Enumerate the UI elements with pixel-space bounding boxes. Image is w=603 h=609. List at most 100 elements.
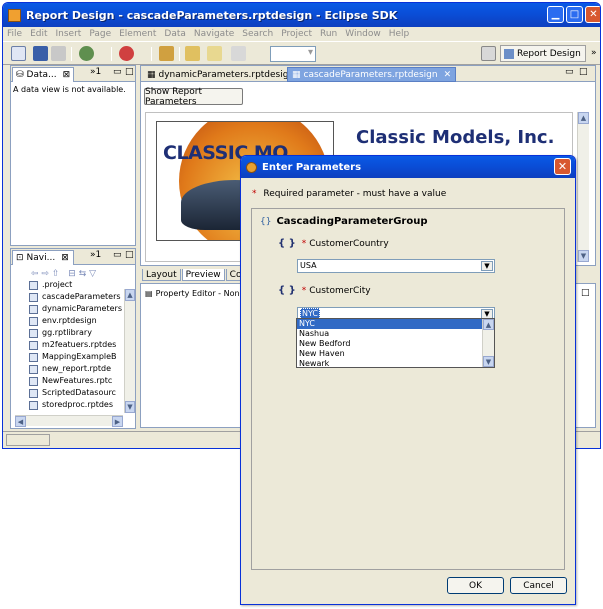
globe-icon[interactable] [79, 46, 94, 61]
report-file-icon: ▦ [292, 69, 301, 80]
menu-navigate[interactable]: Navigate [194, 27, 234, 41]
maximize-view-icon[interactable]: □ [125, 67, 134, 77]
minimize-view-icon[interactable]: ▭ [565, 67, 574, 77]
dropdown-option[interactable]: Nashua [297, 329, 494, 339]
maximize-view-icon[interactable]: □ [579, 67, 588, 77]
list-item[interactable]: cascadeParameters [15, 291, 129, 303]
save-icon[interactable] [33, 46, 48, 61]
menu-element[interactable]: Element [119, 27, 156, 41]
scroll-right-icon[interactable]: ▶ [112, 416, 123, 427]
tab-cascade-parameters[interactable]: ▦ cascadeParameters.rptdesign ✕ [287, 67, 457, 82]
scroll-left-icon[interactable]: ◀ [15, 416, 26, 427]
dialog-close-button[interactable]: ✕ [554, 158, 571, 175]
menu-edit[interactable]: Edit [30, 27, 47, 41]
menu-data[interactable]: Data [164, 27, 186, 41]
chevron-down-icon[interactable]: ▼ [481, 261, 493, 271]
scroll-up-icon[interactable]: ▲ [578, 112, 589, 124]
close-icon[interactable]: ⊠ [61, 253, 69, 263]
toolbar-separator [111, 47, 112, 61]
enter-parameters-dialog: Enter Parameters ✕ * Required parameter … [240, 155, 576, 605]
tab-preview[interactable]: Preview [181, 269, 225, 281]
parameter-area: {} CascadingParameterGroup { } * Custome… [251, 208, 565, 570]
back-arrow-icon[interactable]: ⇦ [31, 269, 39, 279]
link-editor-icon[interactable]: ⇆ [79, 269, 87, 279]
collapse-all-icon[interactable]: ⊟ [68, 269, 76, 279]
toolbar-overflow[interactable]: » [591, 48, 597, 58]
customer-country-select[interactable]: USA ▼ [297, 259, 495, 273]
editor-vertical-scrollbar[interactable]: ▲ ▼ [577, 112, 589, 262]
cancel-button[interactable]: Cancel [510, 577, 567, 594]
maximize-button[interactable]: □ [566, 6, 583, 23]
menu-project[interactable]: Project [281, 27, 312, 41]
tab-layout[interactable]: Layout [142, 269, 181, 281]
menu-run[interactable]: Run [320, 27, 337, 41]
property-editor-tab[interactable]: ▤ Property Editor - None [145, 289, 244, 298]
dropdown-option[interactable]: New Haven [297, 349, 494, 359]
pencil-icon[interactable] [159, 46, 174, 61]
scroll-up-icon[interactable]: ▲ [483, 319, 494, 330]
perspective-report-design-button[interactable]: Report Design [500, 45, 586, 62]
file-icon [29, 400, 38, 410]
open-perspective-icon[interactable] [481, 46, 496, 61]
dropdown-option[interactable]: New Bedford [297, 339, 494, 349]
list-item[interactable]: env.rptdesign [15, 315, 129, 327]
list-item[interactable]: NewFeatures.rptc [15, 375, 129, 387]
next-icon[interactable] [231, 46, 246, 61]
close-icon[interactable]: ⊠ [63, 70, 71, 80]
show-report-parameters-button[interactable]: Show Report Parameters [144, 87, 243, 107]
dialog-title-bar[interactable]: Enter Parameters ✕ [241, 156, 575, 178]
required-note: * Required parameter - must have a value [252, 189, 447, 199]
dropdown-option[interactable]: NYC [297, 319, 482, 329]
new-icon[interactable] [11, 46, 26, 61]
scroll-up-icon[interactable]: ▲ [125, 289, 135, 301]
view-overflow[interactable]: »1 [90, 250, 101, 260]
minimize-view-icon[interactable]: ▭ [113, 250, 122, 260]
list-item[interactable]: m2featuers.rptdes [15, 339, 129, 351]
forward-arrow-icon[interactable]: ⇨ [41, 269, 49, 279]
toolbar-separator [179, 47, 180, 61]
menu-search[interactable]: Search [242, 27, 273, 41]
navigator-vertical-scrollbar[interactable]: ▲ ▼ [124, 289, 135, 413]
scroll-down-icon[interactable]: ▼ [483, 356, 494, 367]
close-button[interactable]: ✕ [585, 6, 600, 23]
menu-insert[interactable]: Insert [56, 27, 82, 41]
run-icon[interactable] [119, 46, 134, 61]
tab-navigator[interactable]: ⊡ Navi... ⊠ [12, 250, 74, 265]
menu-help[interactable]: Help [389, 27, 410, 41]
scroll-down-icon[interactable]: ▼ [125, 401, 135, 413]
print-icon[interactable] [51, 46, 66, 61]
back-arrow-icon[interactable] [185, 46, 200, 61]
dropdown-option[interactable]: Newark [297, 359, 494, 367]
maximize-view-icon[interactable]: □ [125, 250, 134, 260]
title-bar[interactable]: Report Design - cascadeParameters.rptdes… [3, 3, 600, 27]
scroll-down-icon[interactable]: ▼ [578, 250, 589, 262]
toolbar-combo[interactable] [270, 46, 316, 62]
list-item[interactable]: ScriptedDatasourc [15, 387, 129, 399]
view-menu-icon[interactable]: ▽ [89, 269, 96, 279]
list-item[interactable]: storedproc.rptdes [15, 399, 129, 411]
dropdown-scrollbar[interactable]: ▲ ▼ [482, 319, 494, 367]
customer-city-label: { } * CustomerCity [278, 285, 371, 296]
up-arrow-icon[interactable]: ⇧ [52, 269, 60, 279]
dialog-title: Enter Parameters [262, 161, 362, 173]
menu-window[interactable]: Window [345, 27, 381, 41]
list-item[interactable]: .project [15, 279, 129, 291]
list-item[interactable]: gg.rptlibrary [15, 327, 129, 339]
list-item[interactable]: MappingExampleB [15, 351, 129, 363]
minimize-button[interactable]: ▁ [547, 6, 564, 23]
tab-dynamic-parameters[interactable]: ▦ dynamicParameters.rptdesign [143, 67, 298, 82]
navigator-horizontal-scrollbar[interactable]: ◀ ▶ [15, 415, 123, 427]
close-icon[interactable]: ✕ [444, 70, 452, 80]
menu-page[interactable]: Page [89, 27, 111, 41]
list-item[interactable]: new_report.rptde [15, 363, 129, 375]
file-icon [29, 376, 38, 386]
view-overflow[interactable]: »1 [90, 67, 101, 77]
tab-data-view[interactable]: ⛁ Data... ⊠ [12, 67, 74, 82]
ok-button[interactable]: OK [447, 577, 504, 594]
maximize-view-icon[interactable]: □ [581, 288, 590, 298]
list-item[interactable]: dynamicParameters [15, 303, 129, 315]
file-icon [29, 340, 38, 350]
menu-file[interactable]: File [7, 27, 22, 41]
minimize-view-icon[interactable]: ▭ [113, 67, 122, 77]
forward-arrow-icon[interactable] [207, 46, 222, 61]
